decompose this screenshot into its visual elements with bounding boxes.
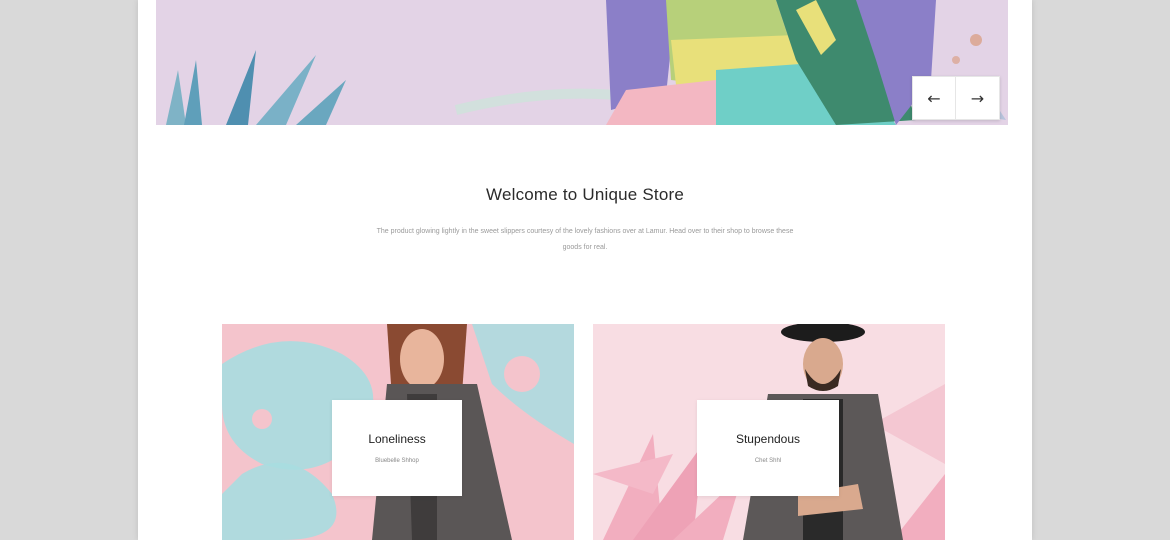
- collection-card-stupendous[interactable]: Stupendous Chet Shhl: [593, 324, 945, 540]
- collection-label: Loneliness Bluebelle Shhop: [332, 400, 462, 496]
- collection-title[interactable]: Loneliness: [368, 432, 425, 446]
- collection-title[interactable]: Stupendous: [736, 432, 800, 446]
- next-arrow-icon[interactable]: →: [956, 76, 1000, 120]
- hero-slider[interactable]: ← →: [156, 0, 1008, 125]
- collection-label: Stupendous Chet Shhl: [697, 400, 839, 496]
- page-container: ← → Welcome to Unique Store The product …: [138, 0, 1032, 540]
- collection-subtitle: Chet Shhl: [754, 458, 782, 464]
- hero-banner-image: [156, 0, 1008, 125]
- hero-slider-nav: ← →: [912, 76, 1000, 120]
- prev-arrow-icon[interactable]: ←: [912, 76, 956, 120]
- collection-card-loneliness[interactable]: Loneliness Bluebelle Shhop: [222, 324, 574, 540]
- welcome-title: Welcome to Unique Store: [486, 185, 684, 204]
- collection-subtitle: Bluebelle Shhop: [375, 458, 419, 464]
- welcome-text: The product glowing lightly in the sweet…: [376, 228, 794, 251]
